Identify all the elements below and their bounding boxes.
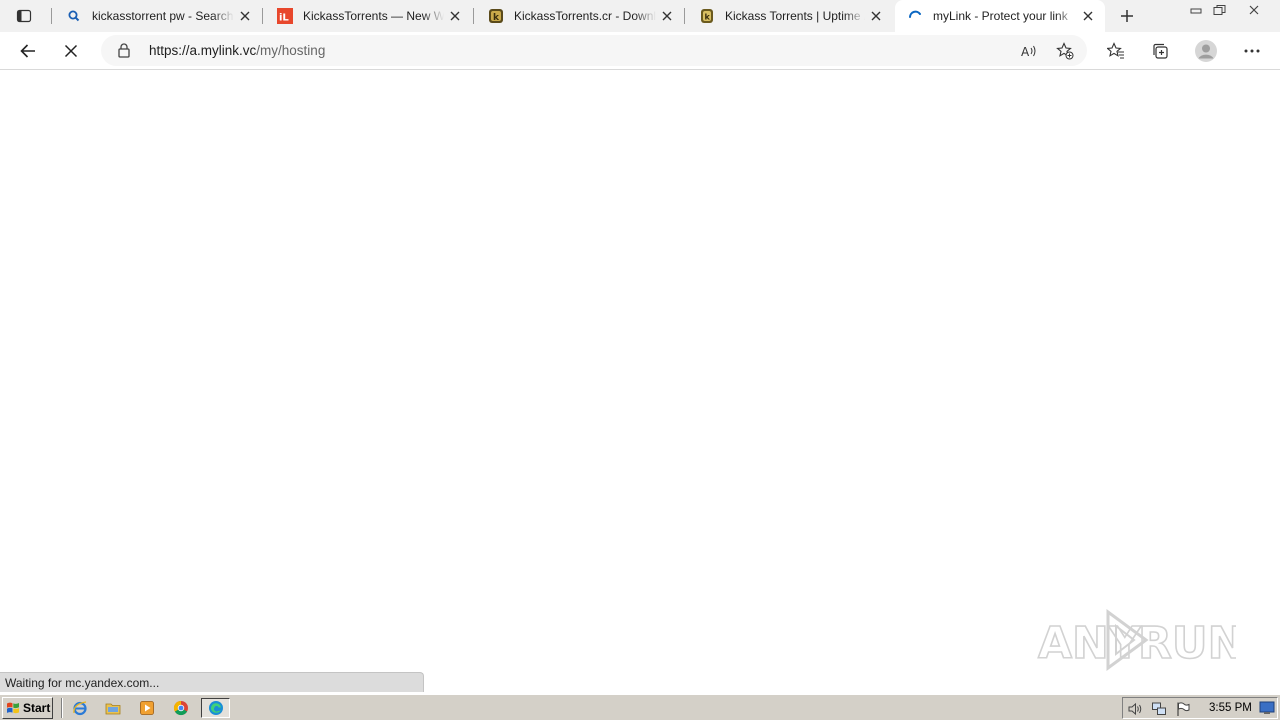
favorites-icon xyxy=(1107,42,1124,59)
quicklaunch-internet-explorer[interactable] xyxy=(69,698,91,718)
tab-title: myLink - Protect your link xyxy=(933,9,1068,23)
restore-icon xyxy=(1213,5,1226,15)
internet-explorer-icon xyxy=(73,701,87,716)
media-player-icon xyxy=(140,701,154,715)
svg-text:k: k xyxy=(705,13,711,22)
status-bar: Waiting for mc.yandex.com... xyxy=(0,672,424,692)
lock-icon xyxy=(117,42,131,63)
profile-button[interactable] xyxy=(1191,36,1221,66)
close-icon xyxy=(450,11,460,21)
show-desktop-icon[interactable] xyxy=(1259,700,1275,716)
svg-text:k: k xyxy=(493,13,500,23)
tab-kickasstorrents-cr[interactable]: k KickassTorrents.cr - Downl xyxy=(476,0,684,32)
more-icon xyxy=(1244,49,1260,53)
svg-text:iL: iL xyxy=(279,13,289,24)
watermark-text-right: RUN xyxy=(1138,618,1236,669)
edge-icon xyxy=(208,701,223,715)
address-bar[interactable]: https://a.mylink.vc/my/hosting A xyxy=(101,35,1087,66)
add-favorite-button[interactable] xyxy=(1052,38,1078,64)
back-button[interactable] xyxy=(13,36,43,66)
svg-text:A: A xyxy=(1021,45,1030,59)
url-text[interactable]: https://a.mylink.vc/my/hosting xyxy=(149,43,325,58)
taskbar-divider xyxy=(61,698,63,718)
loading-spinner-icon xyxy=(907,8,923,24)
tab-separator xyxy=(51,8,52,24)
back-arrow-icon xyxy=(20,44,35,58)
tab-actions-icon xyxy=(16,9,32,23)
avatar-icon xyxy=(1195,40,1217,62)
plus-icon xyxy=(1121,10,1133,22)
network-icon[interactable] xyxy=(1151,701,1167,717)
tab-kickasstorrent-search[interactable]: kickasstorrent pw - Search xyxy=(54,0,262,32)
kickass-logo-icon: k xyxy=(699,8,715,24)
quicklaunch-file-explorer[interactable] xyxy=(102,698,124,718)
collections-icon xyxy=(1153,43,1168,59)
url-host: https://a.mylink.vc xyxy=(149,43,257,58)
page-content xyxy=(0,71,1280,691)
tab-mylink[interactable]: myLink - Protect your link xyxy=(895,0,1105,32)
read-aloud-button[interactable]: A xyxy=(1016,38,1042,64)
star-add-icon xyxy=(1056,42,1074,60)
anyrun-watermark: ANY RUN xyxy=(1036,606,1245,676)
minimize-icon xyxy=(1190,8,1202,14)
quicklaunch-edge[interactable] xyxy=(201,698,230,718)
windows-logo-icon xyxy=(7,702,19,714)
tab-title: KickassTorrents — New W xyxy=(303,9,444,23)
status-text: Waiting for mc.yandex.com... xyxy=(5,676,160,690)
tab-close-button[interactable] xyxy=(865,5,887,27)
close-icon xyxy=(1249,5,1259,15)
start-button[interactable]: Start xyxy=(2,697,53,719)
kickass-logo-icon: k xyxy=(488,8,504,24)
close-icon xyxy=(64,44,78,58)
start-label: Start xyxy=(23,701,51,715)
chrome-icon xyxy=(173,700,188,716)
system-tray: 3:55 PM xyxy=(1122,697,1278,719)
tab-title: Kickass Torrents | Uptime / xyxy=(725,9,865,23)
tab-actions-button[interactable] xyxy=(8,4,40,28)
folder-icon xyxy=(105,703,121,715)
quicklaunch-media-player[interactable] xyxy=(136,698,158,718)
quicklaunch-chrome[interactable] xyxy=(170,698,192,718)
collections-button[interactable] xyxy=(1145,36,1175,66)
tab-close-button[interactable] xyxy=(444,5,466,27)
taskbar: Start 3:55 PM xyxy=(0,694,1280,720)
tab-close-button[interactable] xyxy=(1077,5,1099,27)
close-icon xyxy=(240,11,250,21)
close-window-button[interactable] xyxy=(1244,0,1264,20)
il-logo-icon: iL xyxy=(277,8,293,24)
action-center-flag-icon[interactable] xyxy=(1175,701,1191,717)
settings-menu-button[interactable] xyxy=(1237,36,1267,66)
tab-title: kickasstorrent pw - Search xyxy=(92,9,234,23)
volume-icon[interactable] xyxy=(1127,701,1143,717)
close-icon xyxy=(1083,11,1093,21)
close-icon xyxy=(871,11,881,21)
tab-title: KickassTorrents.cr - Downl xyxy=(514,9,656,23)
minimize-button[interactable] xyxy=(1186,0,1206,20)
tab-kickass-uptime[interactable]: k Kickass Torrents | Uptime / xyxy=(687,0,893,32)
tab-close-button[interactable] xyxy=(656,5,678,27)
tab-separator xyxy=(473,8,474,24)
tab-separator xyxy=(262,8,263,24)
tab-separator xyxy=(684,8,685,24)
tab-kickasstorrents-new[interactable]: iL KickassTorrents — New W xyxy=(265,0,472,32)
restore-button[interactable] xyxy=(1210,0,1230,20)
tab-strip: kickasstorrent pw - Search iL KickassTor… xyxy=(0,0,1280,32)
search-icon xyxy=(66,8,82,24)
tab-close-button[interactable] xyxy=(234,5,256,27)
browser-toolbar: https://a.mylink.vc/my/hosting A xyxy=(0,32,1280,70)
stop-loading-button[interactable] xyxy=(56,36,86,66)
url-path: /my/hosting xyxy=(256,43,326,58)
favorites-button[interactable] xyxy=(1101,36,1131,66)
close-icon xyxy=(662,11,672,21)
new-tab-button[interactable] xyxy=(1114,4,1140,28)
clock: 3:55 PM xyxy=(1209,702,1252,714)
read-aloud-icon: A xyxy=(1021,45,1036,59)
